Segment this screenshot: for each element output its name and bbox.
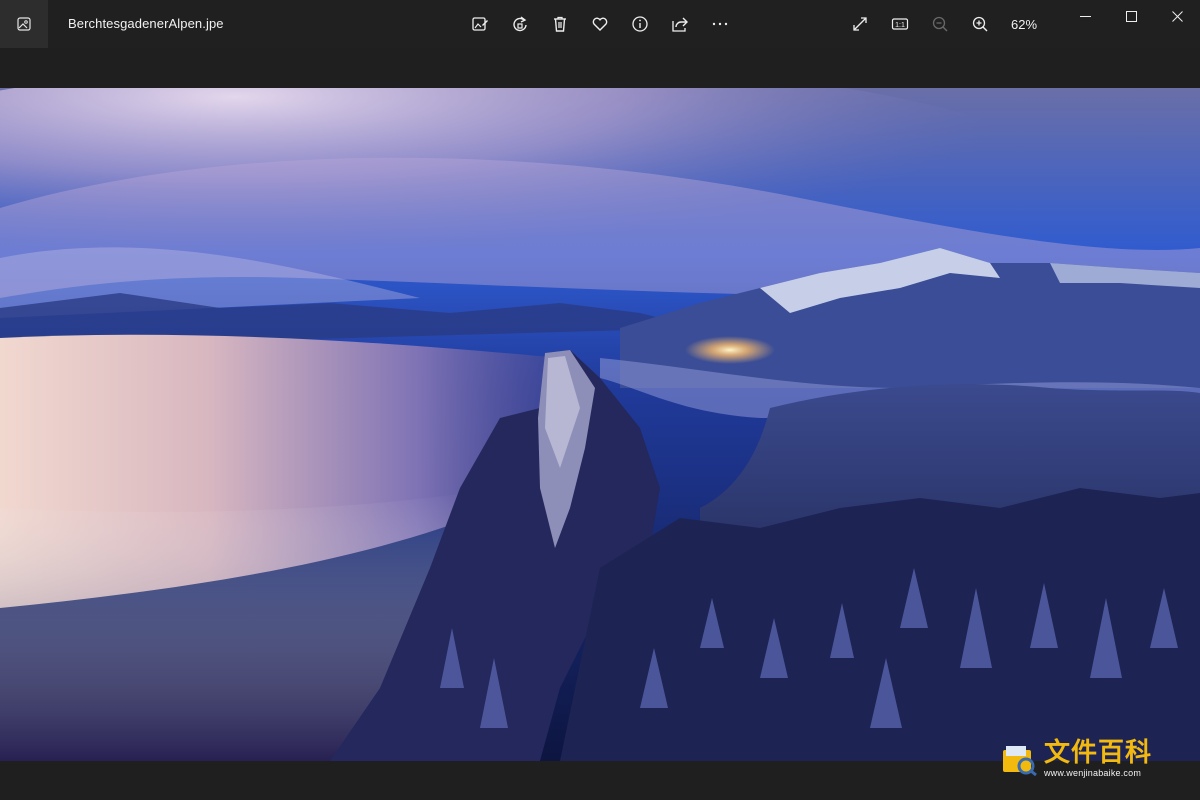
favorite-button[interactable] bbox=[580, 4, 620, 44]
edit-image-icon bbox=[472, 17, 488, 31]
watermark-url: www.wenjinabaike.com bbox=[1043, 768, 1142, 778]
photos-app-icon[interactable] bbox=[0, 0, 48, 48]
more-icon bbox=[712, 22, 728, 26]
maximize-icon bbox=[1125, 10, 1137, 22]
gallery-icon bbox=[17, 17, 31, 31]
share-icon bbox=[672, 17, 688, 32]
actual-size-label: 1:1 bbox=[895, 22, 905, 29]
zoom-in-button[interactable] bbox=[960, 4, 1000, 44]
minimize-button[interactable] bbox=[1062, 0, 1108, 32]
rotate-icon bbox=[513, 16, 527, 32]
zoom-out-icon bbox=[932, 16, 948, 32]
minimize-icon bbox=[1079, 15, 1091, 17]
actual-size-icon: 1:1 bbox=[891, 18, 909, 30]
close-button[interactable] bbox=[1154, 0, 1200, 32]
close-icon bbox=[1171, 10, 1183, 22]
share-button[interactable] bbox=[660, 4, 700, 44]
file-name: BerchtesgadenerAlpen.jpe bbox=[68, 16, 224, 31]
maximize-button[interactable] bbox=[1108, 0, 1154, 32]
watermark-logo-icon bbox=[1002, 746, 1037, 776]
title-bar: BerchtesgadenerAlpen.jpe 1:1 62% bbox=[0, 0, 1200, 48]
window-controls bbox=[1062, 0, 1200, 48]
zoom-out-button[interactable] bbox=[920, 4, 960, 44]
rotate-button[interactable] bbox=[500, 4, 540, 44]
fullscreen-button[interactable] bbox=[840, 4, 880, 44]
toolbar bbox=[460, 4, 740, 44]
delete-icon bbox=[554, 16, 566, 32]
landscape-photo bbox=[0, 88, 1200, 761]
watermark: 文件百科 www.wenjinabaike.com bbox=[1000, 740, 1152, 778]
zoom-level[interactable]: 62% bbox=[1000, 4, 1048, 44]
delete-button[interactable] bbox=[540, 4, 580, 44]
zoom-in-icon bbox=[972, 16, 988, 32]
photo-canvas[interactable] bbox=[0, 88, 1200, 761]
info-button[interactable] bbox=[620, 4, 660, 44]
favorite-icon bbox=[592, 17, 608, 31]
edit-image-button[interactable] bbox=[460, 4, 500, 44]
actual-size-button[interactable]: 1:1 bbox=[880, 4, 920, 44]
watermark-title: 文件百科 bbox=[1043, 738, 1152, 768]
view-tools: 1:1 62% bbox=[840, 4, 1048, 44]
fullscreen-icon bbox=[853, 17, 867, 31]
more-options-button[interactable] bbox=[700, 4, 740, 44]
info-icon bbox=[632, 16, 648, 32]
watermark-text: 文件百科 www.wenjinabaike.com bbox=[1044, 740, 1152, 778]
